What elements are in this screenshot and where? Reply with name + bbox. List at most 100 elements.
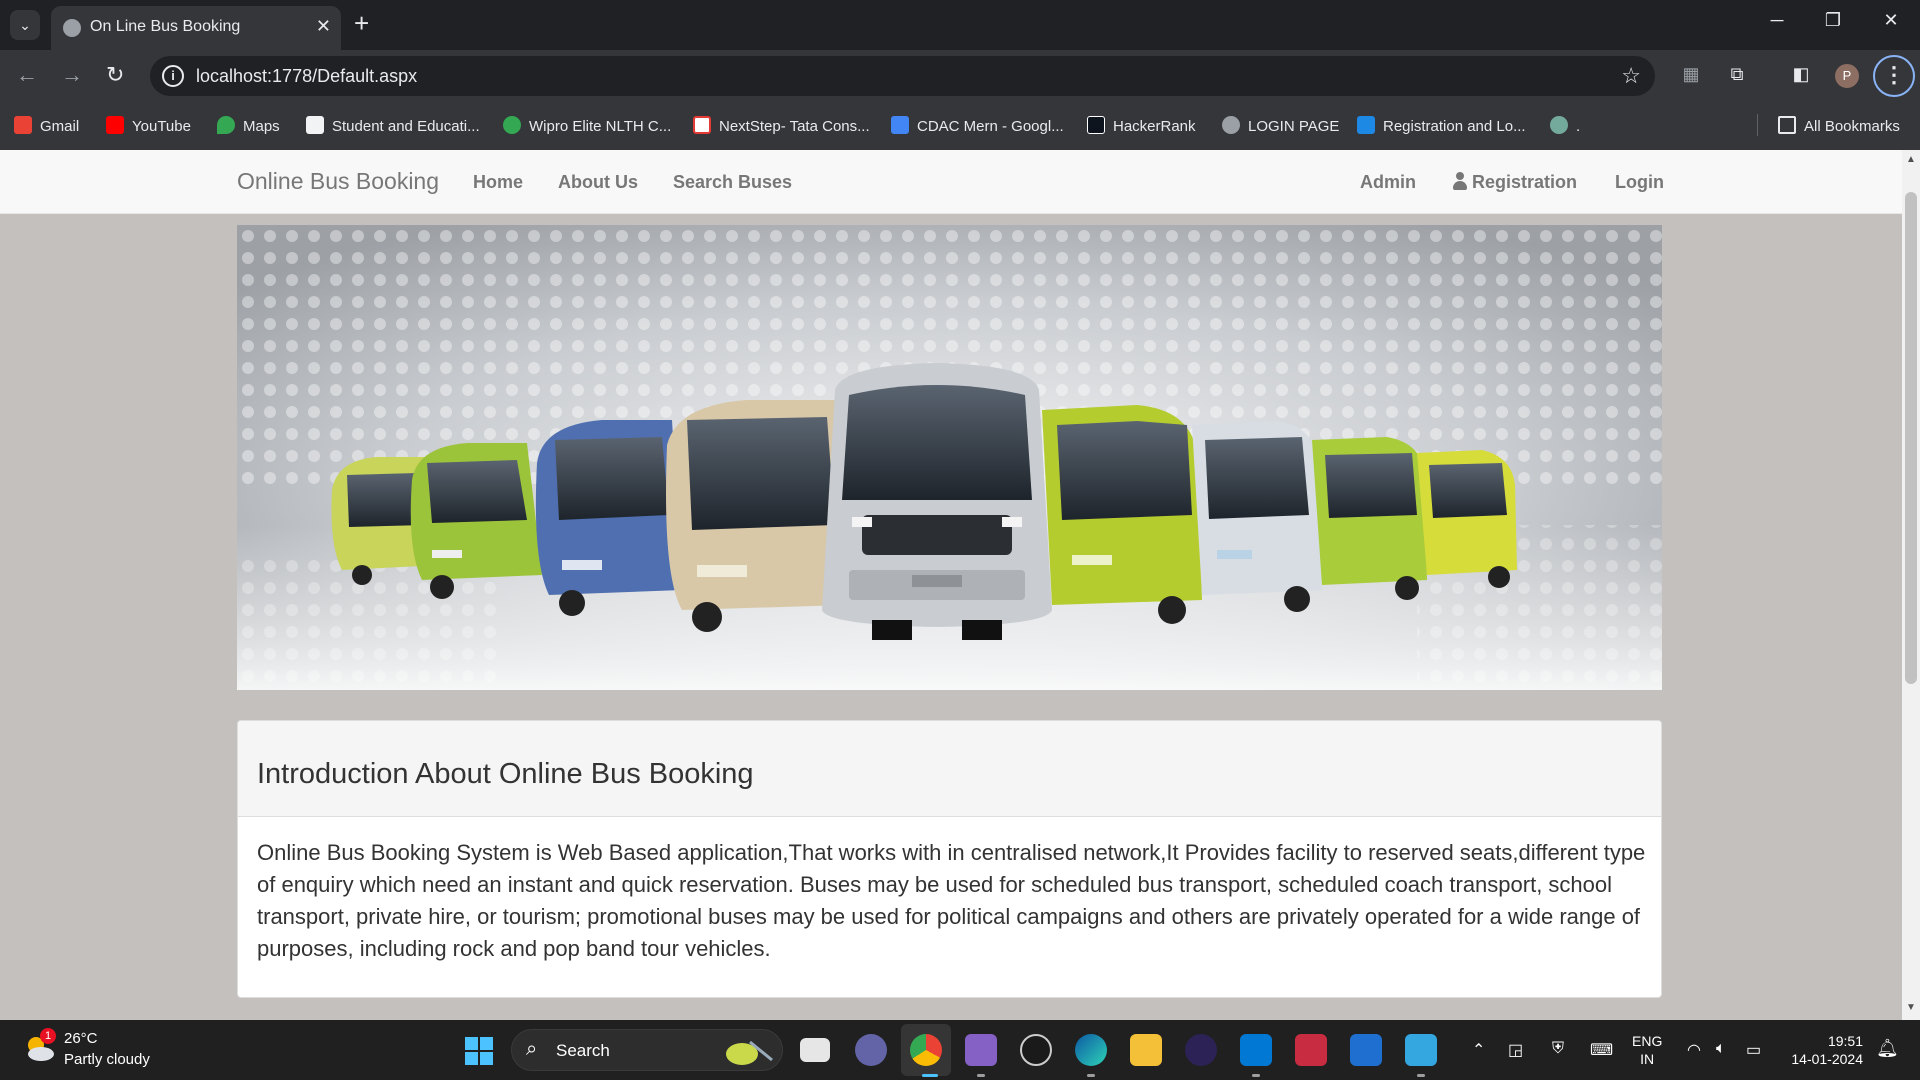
student-icon bbox=[306, 116, 324, 134]
nav-login[interactable]: Login bbox=[1615, 172, 1664, 193]
globe-icon bbox=[63, 19, 81, 37]
battery-icon[interactable]: ▭ bbox=[1746, 1040, 1761, 1060]
back-icon[interactable]: ← bbox=[16, 62, 38, 88]
bookmark-maps[interactable]: Maps bbox=[217, 116, 280, 135]
bookmark-hackerrank[interactable]: HackerRank bbox=[1087, 116, 1196, 135]
nav-search-buses[interactable]: Search Buses bbox=[673, 172, 792, 193]
nav-registration[interactable]: Registration bbox=[1452, 172, 1577, 193]
tray-security-icon[interactable]: ⛨ bbox=[1552, 1040, 1564, 1058]
new-tab-button[interactable]: + bbox=[354, 8, 369, 39]
site-navbar: Online Bus Booking Home About Us Search … bbox=[0, 150, 1902, 214]
tab-search-chevron-icon[interactable]: ⌄ bbox=[10, 10, 40, 40]
nav-about-us[interactable]: About Us bbox=[558, 172, 638, 193]
tab-groups-icon[interactable]: ▦ bbox=[1680, 64, 1702, 86]
wifi-icon[interactable]: ◠ bbox=[1687, 1040, 1701, 1060]
bus-green-left bbox=[410, 443, 542, 599]
gmail-icon bbox=[14, 116, 32, 134]
edge-indicator bbox=[1087, 1074, 1095, 1077]
user-icon bbox=[1452, 172, 1468, 190]
notification-bell-icon[interactable]: 🔔︎ bbox=[1876, 1038, 1899, 1059]
reload-icon[interactable]: ↻ bbox=[106, 62, 124, 88]
volume-icon[interactable]: 🔈︎ bbox=[1716, 1040, 1726, 1058]
bookmark-student[interactable]: Student and Educati... bbox=[306, 116, 480, 135]
bookmark-youtube[interactable]: YouTube bbox=[106, 116, 191, 135]
window-close-icon[interactable]: ✕ bbox=[1876, 10, 1906, 31]
side-panel-icon[interactable]: ◧ bbox=[1790, 64, 1812, 86]
bus-white-right bbox=[1192, 421, 1322, 612]
visual-studio-icon[interactable] bbox=[965, 1034, 997, 1066]
edge-icon[interactable] bbox=[1075, 1034, 1107, 1066]
intro-body: Online Bus Booking System is Web Based a… bbox=[257, 840, 1646, 961]
visual-studio-indicator bbox=[977, 1074, 985, 1077]
browser-tabstrip: ⌄ On Line Bus Booking ✕ + ─ ❐ ✕ bbox=[0, 0, 1920, 50]
file-explorer-icon[interactable] bbox=[1130, 1034, 1162, 1066]
windows-taskbar: 1 26°C Partly cloudy ⌕ Search ⌃ ◲ ⛨ ⌨ EN… bbox=[0, 1020, 1920, 1080]
bookmarks-bar: Gmail YouTube Maps Student and Educati..… bbox=[0, 100, 1920, 150]
bus-yellow-right bbox=[1417, 450, 1517, 588]
browser-menu-icon[interactable]: ⋮ bbox=[1873, 55, 1915, 97]
bookmarks-divider bbox=[1757, 114, 1758, 136]
system-clock[interactable]: 19:51 14-01-2024 bbox=[1783, 1032, 1863, 1068]
vscode-icon[interactable] bbox=[1240, 1034, 1272, 1066]
minimize-icon[interactable]: ─ bbox=[1762, 10, 1792, 31]
profile-avatar[interactable]: P bbox=[1835, 64, 1859, 88]
bookmark-gmail[interactable]: Gmail bbox=[14, 116, 79, 135]
bookmark-star-icon[interactable]: ☆ bbox=[1621, 63, 1641, 89]
bus-blue bbox=[535, 420, 682, 616]
weather-temperature[interactable]: 26°C bbox=[64, 1030, 98, 1047]
docs-icon bbox=[891, 116, 909, 134]
scroll-down-icon[interactable]: ▼ bbox=[1906, 1002, 1916, 1013]
address-bar[interactable]: i localhost:1778/Default.aspx ☆ bbox=[150, 56, 1655, 96]
keyboard-icon[interactable]: ⌨ bbox=[1590, 1040, 1613, 1060]
screen-recorder-icon[interactable] bbox=[1295, 1034, 1327, 1066]
scroll-up-icon[interactable]: ▲ bbox=[1906, 154, 1916, 165]
bookmark-cdac[interactable]: CDAC Mern - Googl... bbox=[891, 116, 1064, 135]
youtube-icon bbox=[106, 116, 124, 134]
search-highlight-icon bbox=[726, 1040, 773, 1065]
url-text[interactable]: localhost:1778/Default.aspx bbox=[196, 66, 417, 87]
weather-description[interactable]: Partly cloudy bbox=[64, 1051, 150, 1068]
restore-icon[interactable]: ❐ bbox=[1818, 10, 1848, 31]
windows-start-icon[interactable] bbox=[465, 1037, 493, 1065]
intro-panel: Introduction About Online Bus Booking On… bbox=[237, 720, 1662, 998]
taskbar-search[interactable]: ⌕ Search bbox=[511, 1029, 783, 1071]
notepad-icon[interactable] bbox=[1405, 1034, 1437, 1066]
browser-tab-active[interactable]: On Line Bus Booking ✕ bbox=[51, 6, 341, 50]
wipro-icon bbox=[503, 116, 521, 134]
nav-admin[interactable]: Admin bbox=[1360, 172, 1416, 193]
teams-chat-icon[interactable] bbox=[855, 1034, 887, 1066]
eclipse-icon[interactable] bbox=[1185, 1034, 1217, 1066]
intro-title: Introduction About Online Bus Booking bbox=[257, 758, 754, 790]
language-indicator[interactable]: ENG IN bbox=[1632, 1032, 1662, 1068]
page-viewport: Online Bus Booking Home About Us Search … bbox=[0, 150, 1902, 1020]
chrome-icon[interactable] bbox=[910, 1034, 942, 1066]
bus-green-right bbox=[1312, 437, 1427, 600]
security-shield-icon[interactable] bbox=[1350, 1034, 1382, 1066]
tab-close-icon[interactable]: ✕ bbox=[316, 16, 331, 37]
bus-lime-right bbox=[1042, 405, 1202, 624]
bookmark-wipro[interactable]: Wipro Elite NLTH C... bbox=[503, 116, 671, 135]
bookmark-registration[interactable]: Registration and Lo... bbox=[1357, 116, 1526, 135]
bookmark-login-page[interactable]: LOGIN PAGE bbox=[1222, 116, 1339, 135]
scroll-thumb[interactable] bbox=[1905, 192, 1917, 684]
show-hidden-icons-chevron-icon[interactable]: ⌃ bbox=[1472, 1040, 1485, 1060]
dell-icon[interactable] bbox=[1020, 1034, 1052, 1066]
nav-home[interactable]: Home bbox=[473, 172, 523, 193]
bus-silver-center bbox=[822, 363, 1052, 640]
tab-title: On Line Bus Booking bbox=[90, 18, 241, 35]
task-view-icon[interactable] bbox=[800, 1038, 830, 1062]
bookmark-chatgpt[interactable]: . bbox=[1550, 116, 1580, 135]
bookmark-nextstep[interactable]: NextStep- Tata Cons... bbox=[693, 116, 870, 135]
tray-app-icon[interactable]: ◲ bbox=[1508, 1040, 1523, 1060]
chatgpt-icon bbox=[1550, 116, 1568, 134]
tcs-icon bbox=[693, 116, 711, 134]
page-scrollbar[interactable]: ▲ ▼ bbox=[1902, 150, 1920, 1020]
all-bookmarks[interactable]: All Bookmarks bbox=[1778, 116, 1900, 135]
weather-badge: 1 bbox=[40, 1028, 56, 1044]
maps-icon bbox=[217, 116, 235, 134]
vscode-indicator bbox=[1252, 1074, 1260, 1077]
site-info-icon[interactable]: i bbox=[162, 65, 184, 87]
forward-icon[interactable]: → bbox=[61, 62, 83, 88]
extensions-icon[interactable]: ⧉ bbox=[1726, 64, 1748, 86]
site-brand[interactable]: Online Bus Booking bbox=[237, 168, 439, 195]
